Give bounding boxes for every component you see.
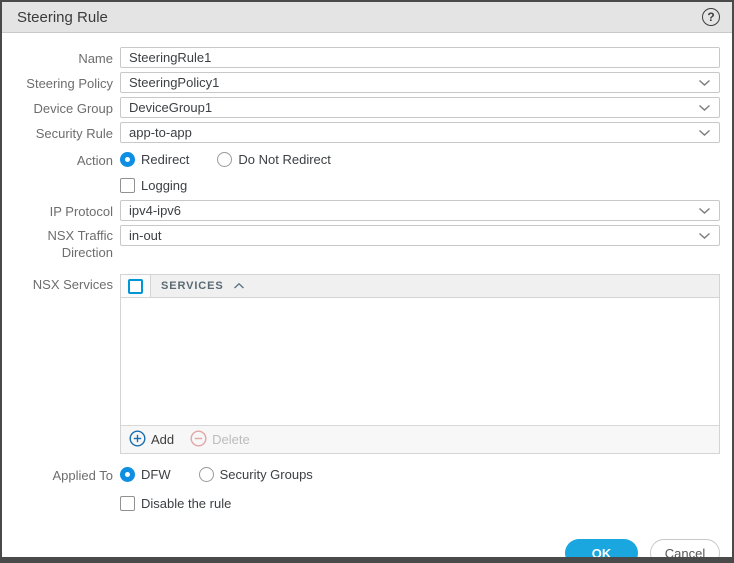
nsx-traffic-direction-value: in-out — [129, 228, 698, 243]
ip-protocol-select[interactable]: ipv4-ipv6 — [120, 200, 720, 221]
radio-security-groups[interactable] — [199, 467, 214, 482]
device-group-value: DeviceGroup1 — [129, 100, 698, 115]
form-row-action: Action Redirect Do Not Redirect — [2, 150, 720, 169]
steering-policy-label: Steering Policy — [2, 73, 113, 92]
ok-button[interactable]: OK — [565, 539, 638, 563]
sort-ascending-icon — [233, 277, 245, 295]
device-group-label: Device Group — [2, 98, 113, 117]
services-table-body — [121, 298, 719, 425]
logging-label: Logging — [141, 178, 187, 193]
chevron-down-icon — [698, 79, 711, 87]
form-row-name: Name — [2, 47, 720, 68]
form-row-security-rule: Security Rule app-to-app — [2, 122, 720, 143]
disable-rule-label: Disable the rule — [141, 496, 231, 511]
services-column-header[interactable]: SERVICES — [151, 277, 245, 295]
applied-to-label: Applied To — [2, 465, 113, 484]
radio-redirect[interactable] — [120, 152, 135, 167]
radio-dfw-label: DFW — [141, 467, 171, 482]
delete-service-button[interactable]: Delete — [190, 430, 250, 450]
add-button-label: Add — [151, 432, 174, 447]
chevron-down-icon — [698, 232, 711, 240]
form-row-nsx-traffic-direction: NSX Traffic Direction in-out — [2, 225, 720, 261]
delete-button-label: Delete — [212, 432, 250, 447]
chevron-down-icon — [698, 104, 711, 112]
chevron-down-icon — [698, 207, 711, 215]
action-label: Action — [2, 150, 113, 169]
device-group-select[interactable]: DeviceGroup1 — [120, 97, 720, 118]
ip-protocol-value: ipv4-ipv6 — [129, 203, 698, 218]
services-table-header: SERVICES — [121, 275, 719, 298]
dialog-footer: OK Cancel — [2, 539, 732, 563]
radio-dfw[interactable] — [120, 467, 135, 482]
security-rule-select[interactable]: app-to-app — [120, 122, 720, 143]
services-table-footer: Add Delete — [121, 425, 719, 453]
chevron-down-icon — [698, 129, 711, 137]
help-icon[interactable]: ? — [702, 8, 720, 26]
form-row-ip-protocol: IP Protocol ipv4-ipv6 — [2, 200, 720, 221]
dialog-content: Name Steering Policy SteeringPolicy1 Dev… — [2, 33, 732, 563]
security-rule-value: app-to-app — [129, 125, 698, 140]
name-input[interactable] — [120, 47, 720, 68]
form-row-disable-rule: Disable the rule — [2, 496, 720, 511]
form-row-logging: Logging — [2, 178, 720, 193]
select-all-checkbox[interactable] — [128, 279, 143, 294]
radio-redirect-label: Redirect — [141, 152, 189, 167]
circled-plus-icon — [129, 430, 146, 450]
steering-policy-select[interactable]: SteeringPolicy1 — [120, 72, 720, 93]
cancel-button[interactable]: Cancel — [650, 539, 720, 563]
logging-checkbox[interactable] — [120, 178, 135, 193]
circled-minus-icon — [190, 430, 207, 450]
form-row-applied-to: Applied To DFW Security Groups — [2, 465, 720, 484]
select-all-cell — [121, 275, 151, 297]
form-row-steering-policy: Steering Policy SteeringPolicy1 — [2, 72, 720, 93]
ip-protocol-label: IP Protocol — [2, 201, 113, 220]
steering-policy-value: SteeringPolicy1 — [129, 75, 698, 90]
form-row-device-group: Device Group DeviceGroup1 — [2, 97, 720, 118]
radio-do-not-redirect-label: Do Not Redirect — [238, 152, 330, 167]
nsx-traffic-direction-select[interactable]: in-out — [120, 225, 720, 246]
disable-rule-checkbox[interactable] — [120, 496, 135, 511]
radio-do-not-redirect[interactable] — [217, 152, 232, 167]
form-row-nsx-services: NSX Services SERVICES — [2, 274, 720, 454]
nsx-services-label: NSX Services — [2, 274, 113, 293]
nsx-traffic-direction-label: NSX Traffic Direction — [2, 225, 113, 261]
add-service-button[interactable]: Add — [129, 430, 174, 450]
radio-security-groups-label: Security Groups — [220, 467, 313, 482]
services-column-label: SERVICES — [161, 280, 224, 292]
name-label: Name — [2, 48, 113, 67]
dialog-title: Steering Rule — [17, 9, 108, 26]
dialog-header: Steering Rule ? — [2, 2, 732, 33]
nsx-services-table: SERVICES — [120, 274, 720, 454]
steering-rule-dialog: Steering Rule ? Name Steering Policy Ste… — [0, 0, 734, 563]
security-rule-label: Security Rule — [2, 123, 113, 142]
